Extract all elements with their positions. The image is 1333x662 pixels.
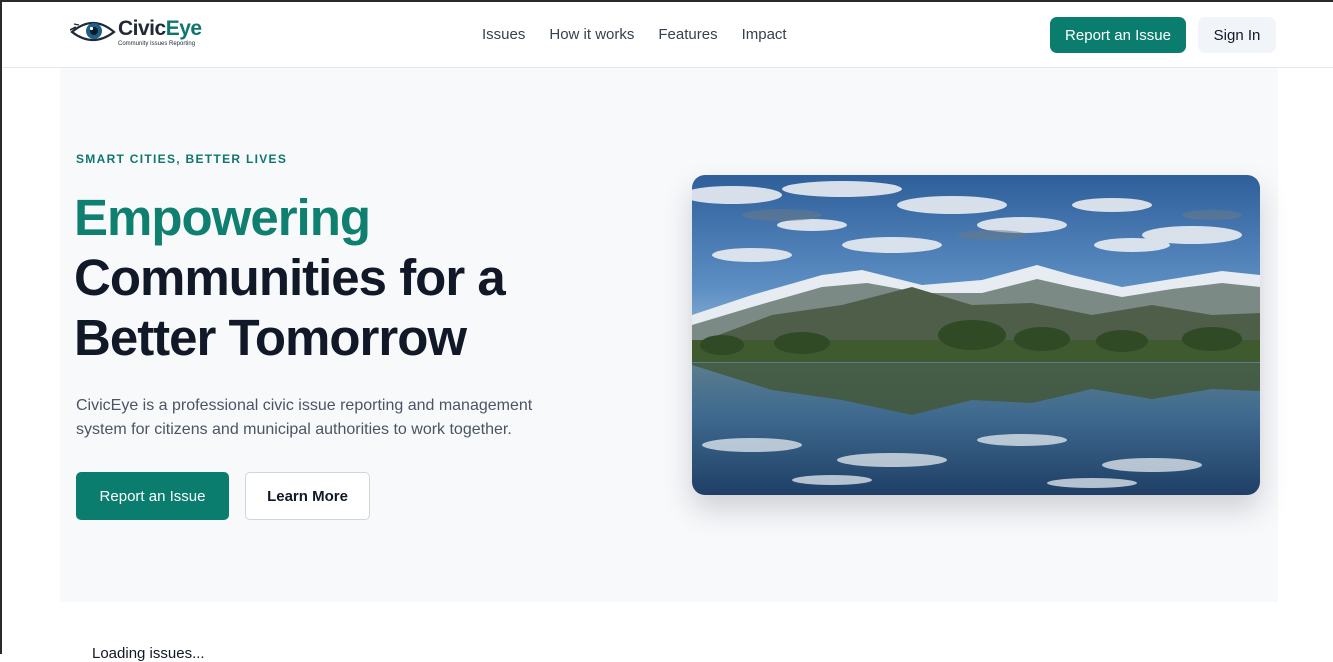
hero-landscape-image (692, 175, 1260, 495)
nav-link-impact[interactable]: Impact (742, 26, 787, 43)
hero-headline-rest: Communities for a Better Tomorrow (74, 249, 506, 366)
nav-link-issues[interactable]: Issues (482, 26, 525, 43)
hero-section: SMART CITIES, BETTER LIVES Empowering Co… (60, 68, 1278, 602)
brand-logo[interactable]: CivicEye Community Issues Reporting (70, 16, 210, 52)
main-nav: Issues How it works Features Impact (482, 26, 811, 43)
eye-logo-icon (70, 21, 116, 42)
nav-link-how-it-works[interactable]: How it works (549, 26, 634, 43)
hero-description: CivicEye is a professional civic issue r… (76, 397, 533, 438)
sign-in-button[interactable]: Sign In (1198, 17, 1276, 53)
hero-headline: Empowering Communities for a Better Tomo… (74, 188, 594, 368)
brand-name-eye: Eye (165, 17, 202, 40)
hero-headline-accent: Empowering (74, 189, 371, 246)
nav-link-features[interactable]: Features (658, 26, 717, 43)
learn-more-button[interactable]: Learn More (245, 472, 370, 520)
report-issue-hero-button[interactable]: Report an Issue (76, 472, 229, 520)
mountain-lake-illustration (692, 175, 1260, 495)
report-issue-header-button[interactable]: Report an Issue (1050, 17, 1186, 53)
hero-eyebrow: SMART CITIES, BETTER LIVES (76, 152, 288, 166)
brand-tagline: Community Issues Reporting (118, 41, 196, 47)
top-navbar: CivicEye Community Issues Reporting Issu… (2, 2, 1333, 68)
brand-name-civic: Civic (118, 17, 166, 40)
brand-name: CivicEye (118, 17, 202, 41)
